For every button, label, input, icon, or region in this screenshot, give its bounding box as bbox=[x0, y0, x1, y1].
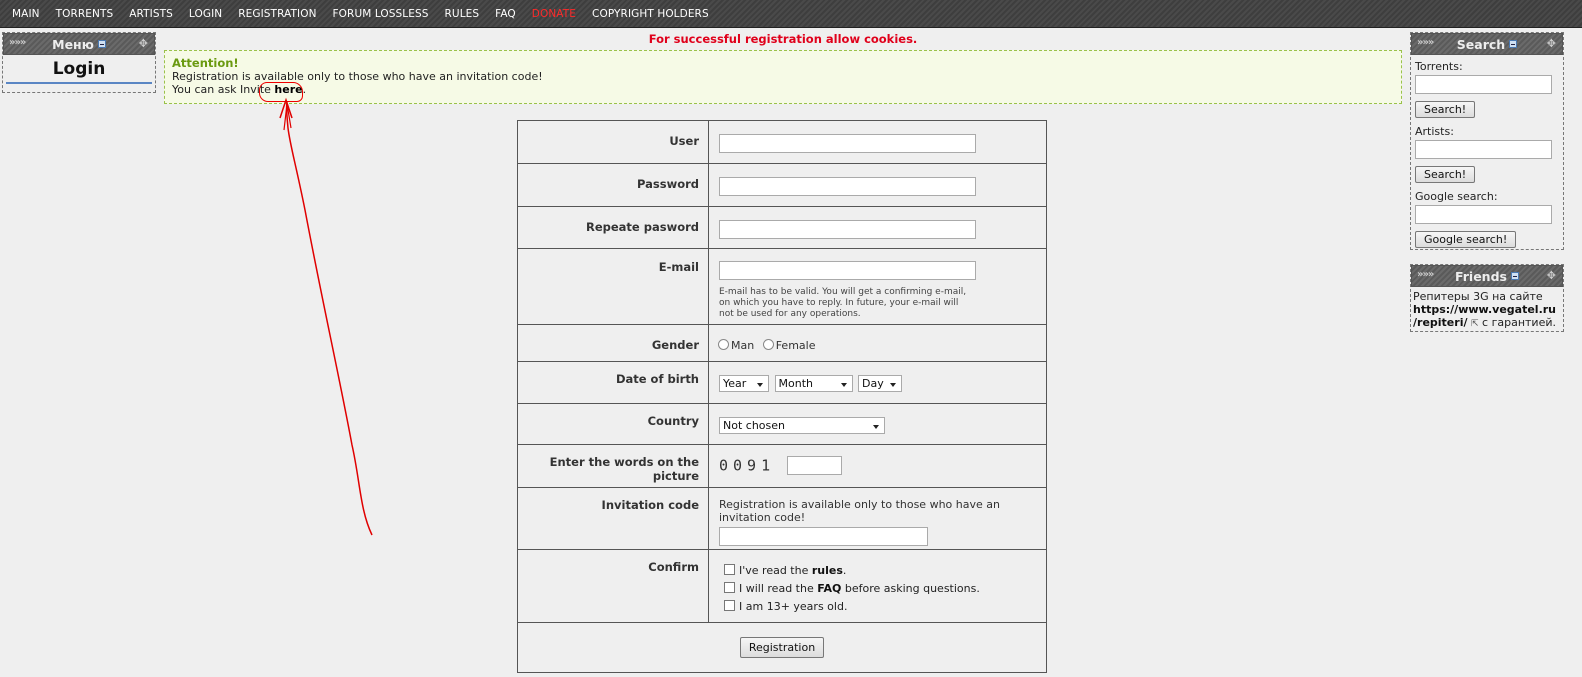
friends-text: Репитеры 3G на сайте bbox=[1413, 290, 1543, 303]
google-search-input[interactable] bbox=[1415, 205, 1552, 224]
attention-line-2: You can ask Invite here. bbox=[172, 83, 1394, 96]
dob-day-select[interactable]: Day bbox=[858, 375, 902, 392]
gender-female-radio[interactable] bbox=[762, 339, 774, 350]
gender-man-label: Man bbox=[731, 339, 755, 352]
artists-search-label: Artists: bbox=[1415, 125, 1454, 138]
registration-form: User Password Repeate pasword E-mail E-m… bbox=[517, 120, 1047, 673]
user-input[interactable] bbox=[719, 134, 976, 153]
friends-block-title: Friends bbox=[1455, 268, 1507, 284]
confirm-faq-checkbox[interactable] bbox=[724, 582, 735, 593]
repeat-password-label: Repeate pasword bbox=[517, 206, 709, 249]
annotation-circle bbox=[259, 82, 303, 102]
menu-block: »»» Меню ✥ Login bbox=[2, 32, 156, 93]
torrents-search-input[interactable] bbox=[1415, 75, 1552, 94]
move-handle-icon[interactable]: ✥ bbox=[1547, 269, 1556, 282]
double-chevron-icon: »»» bbox=[9, 37, 26, 48]
torrents-search-label: Torrents: bbox=[1415, 60, 1463, 73]
nav-copyright-holders[interactable]: COPYRIGHT HOLDERS bbox=[584, 8, 717, 20]
captcha-label: Enter the words on the picture bbox=[517, 444, 709, 488]
confirm-rules-checkbox[interactable] bbox=[724, 564, 735, 575]
gender-female-label: Female bbox=[775, 339, 816, 352]
country-select[interactable]: Not chosen bbox=[719, 417, 885, 434]
nav-artists[interactable]: ARTISTS bbox=[121, 8, 181, 20]
cookies-warning: For successful registration allow cookie… bbox=[648, 32, 918, 46]
search-block-title: Search bbox=[1456, 36, 1506, 52]
search-block: »»» Search ✥ Torrents: Search! Artists: … bbox=[1410, 32, 1564, 250]
nav-registration[interactable]: REGISTRATION bbox=[230, 8, 324, 20]
nav-main[interactable]: MAIN bbox=[4, 8, 48, 20]
google-search-label: Google search: bbox=[1415, 190, 1498, 203]
dob-label: Date of birth bbox=[517, 361, 709, 404]
collapse-icon[interactable] bbox=[97, 40, 106, 48]
login-link[interactable]: Login bbox=[6, 59, 152, 84]
repeat-password-input[interactable] bbox=[719, 220, 976, 239]
dob-month-select[interactable]: Month bbox=[774, 375, 853, 392]
rules-link[interactable]: rules bbox=[812, 564, 843, 577]
nav-forum-lossless[interactable]: FORUM LOSSLESS bbox=[325, 8, 437, 20]
attention-box: Attention! Registration is available onl… bbox=[164, 50, 1402, 104]
password-label: Password bbox=[517, 163, 709, 207]
invitation-note: Registration is available only to those … bbox=[719, 498, 1000, 524]
user-label: User bbox=[517, 120, 709, 164]
friends-block-header: »»» Friends ✥ bbox=[1411, 265, 1563, 287]
email-label: E-mail bbox=[517, 248, 709, 325]
artists-search-button[interactable]: Search! bbox=[1415, 166, 1476, 183]
nav-faq[interactable]: FAQ bbox=[487, 8, 524, 20]
country-label: Country bbox=[517, 403, 709, 445]
confirm-label: Confirm bbox=[517, 549, 709, 623]
password-input[interactable] bbox=[719, 177, 976, 196]
move-handle-icon[interactable]: ✥ bbox=[1547, 37, 1556, 50]
friends-block: »»» Friends ✥ Репитеры 3G на сайте https… bbox=[1410, 264, 1564, 332]
attention-title: Attention! bbox=[172, 56, 239, 70]
friends-link-path[interactable]: /repiteri/ bbox=[1413, 316, 1467, 329]
captcha-image: 0091 bbox=[719, 456, 776, 475]
double-chevron-icon: »»» bbox=[1417, 37, 1434, 48]
friends-link[interactable]: https://www.vegatel.ru bbox=[1413, 303, 1556, 316]
confirm-faq-row: I will read the FAQ before asking questi… bbox=[719, 580, 1046, 598]
invite-suffix: . bbox=[302, 83, 307, 96]
faq-link[interactable]: FAQ bbox=[817, 582, 841, 595]
double-chevron-icon: »»» bbox=[1417, 269, 1434, 280]
collapse-icon[interactable] bbox=[1510, 272, 1519, 280]
registration-submit-button[interactable]: Registration bbox=[739, 637, 825, 658]
friends-text-suffix: с гарантией. bbox=[1478, 316, 1556, 329]
gender-label: Gender bbox=[517, 324, 709, 362]
nav-login[interactable]: LOGIN bbox=[181, 8, 230, 20]
confirm-age-row: I am 13+ years old. bbox=[719, 598, 1046, 616]
dob-year-select[interactable]: Year bbox=[719, 375, 769, 392]
search-block-header: »»» Search ✥ bbox=[1411, 33, 1563, 55]
nav-rules[interactable]: RULES bbox=[437, 8, 488, 20]
email-note: E-mail has to be valid. You will get a c… bbox=[719, 287, 967, 319]
confirm-age-checkbox[interactable] bbox=[724, 600, 735, 611]
collapse-icon[interactable] bbox=[1509, 40, 1518, 48]
attention-line-1: Registration is available only to those … bbox=[172, 70, 543, 83]
move-handle-icon[interactable]: ✥ bbox=[139, 37, 148, 50]
torrents-search-button[interactable]: Search! bbox=[1415, 101, 1476, 118]
menu-block-header: »»» Меню ✥ bbox=[3, 33, 155, 55]
nav-donate[interactable]: DONATE bbox=[524, 8, 584, 20]
email-input[interactable] bbox=[719, 261, 976, 280]
invitation-code-input[interactable] bbox=[719, 527, 928, 546]
menu-block-title: Меню bbox=[52, 36, 94, 52]
top-navigation: MAIN TORRENTS ARTISTS LOGIN REGISTRATION… bbox=[0, 0, 1582, 28]
artists-search-input[interactable] bbox=[1415, 140, 1552, 159]
confirm-rules-row: I've read the rules. bbox=[719, 562, 1046, 580]
gender-man-radio[interactable] bbox=[718, 339, 729, 350]
external-link-icon: ⇱ bbox=[1470, 319, 1479, 329]
captcha-input[interactable] bbox=[786, 456, 842, 475]
google-search-button[interactable]: Google search! bbox=[1415, 231, 1517, 248]
nav-torrents[interactable]: TORRENTS bbox=[48, 8, 122, 20]
invitation-code-label: Invitation code bbox=[517, 487, 709, 550]
